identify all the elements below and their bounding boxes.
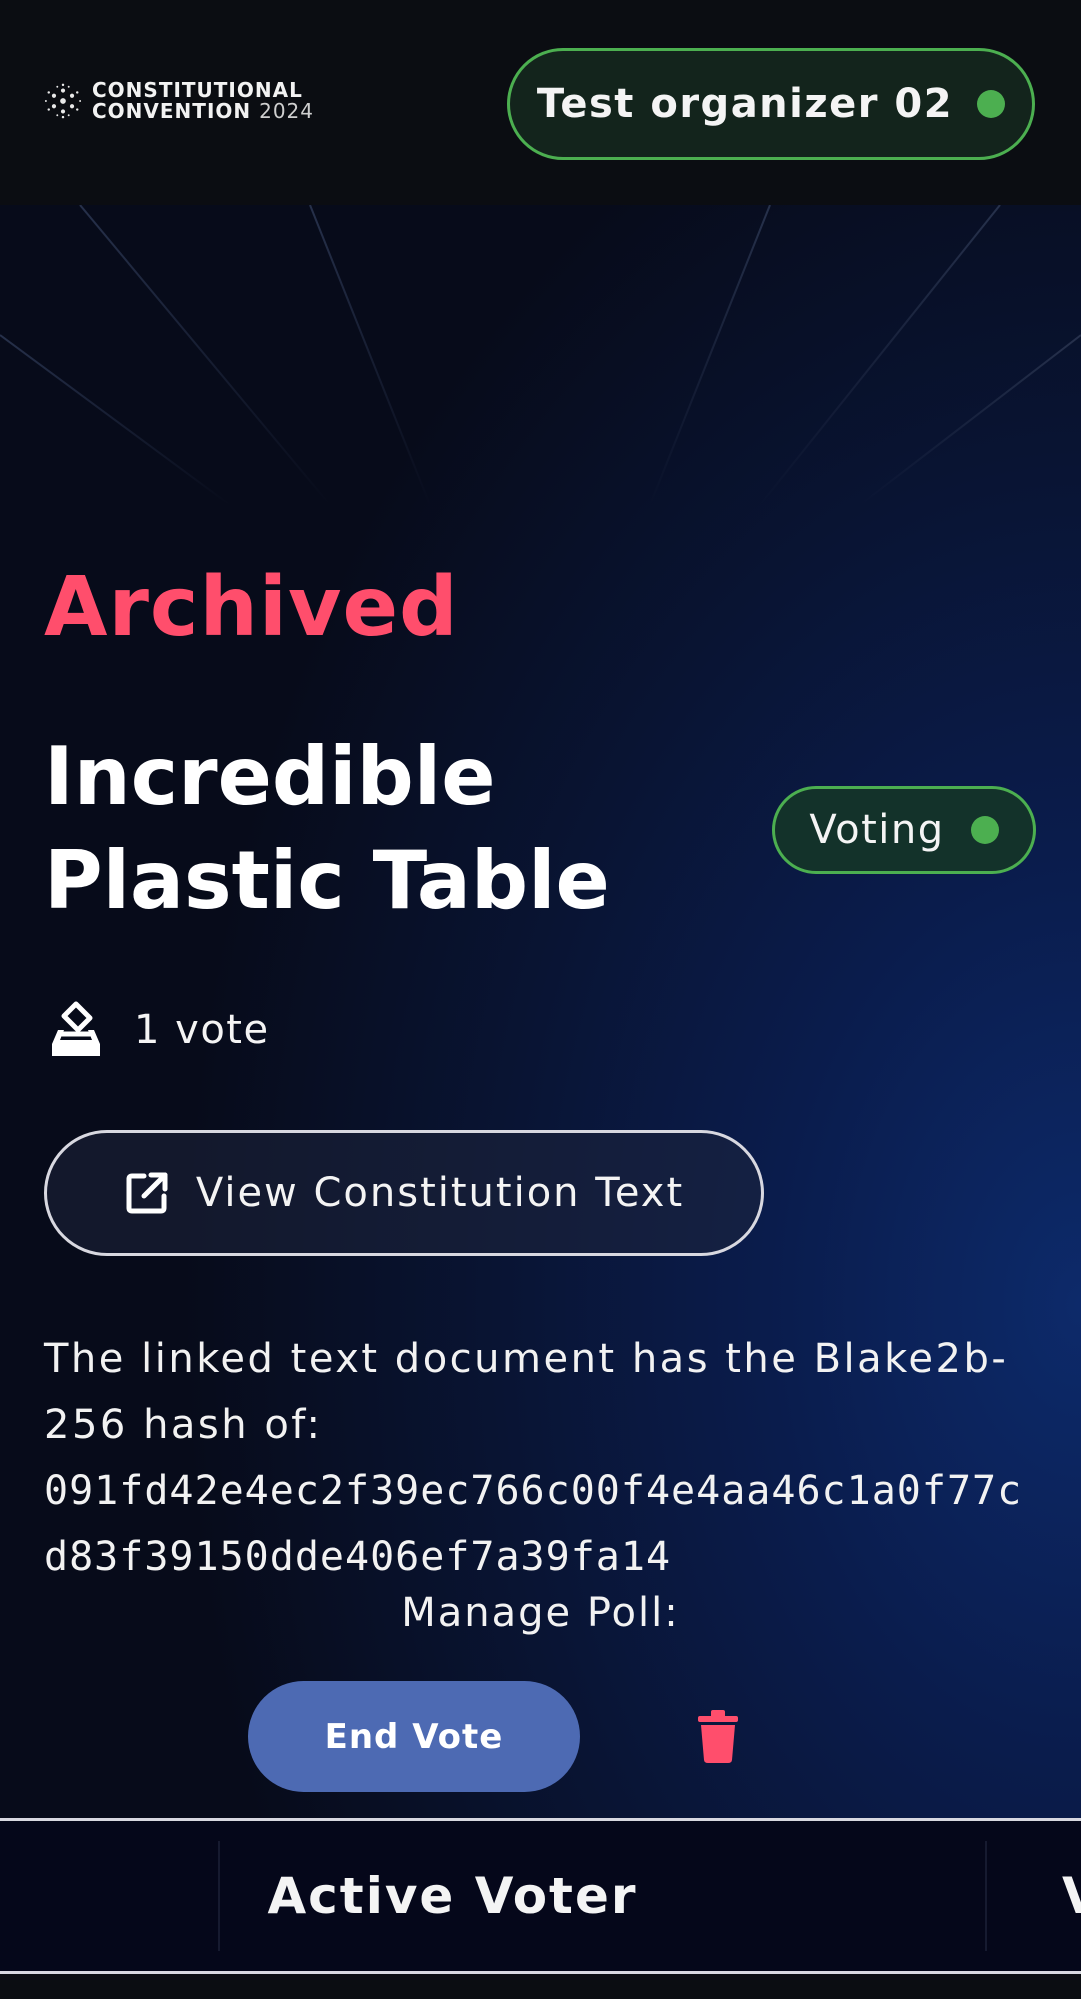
organizer-name: Test organizer 02 <box>536 81 954 127</box>
hash-value: 091fd42e4ec2f39ec766c00f4e4aa46c1a0f77cd… <box>44 1468 1023 1580</box>
vote-count: 1 vote <box>134 1007 270 1053</box>
external-link-icon <box>126 1172 168 1214</box>
document-hash-info: The linked text document has the Blake2b… <box>44 1326 1044 1590</box>
logo[interactable]: CONSTITUTIONAL CONVENTION 2024 <box>44 80 314 122</box>
end-vote-button[interactable]: End Vote <box>248 1681 580 1792</box>
logo-title-line2: CONVENTION 2024 <box>92 101 314 122</box>
grid-background-graphic <box>0 205 1081 505</box>
ballot-box-icon <box>52 1001 100 1056</box>
delete-poll-trash-icon[interactable] <box>694 1708 742 1764</box>
logo-title-line2-text: CONVENTION <box>92 99 252 123</box>
page: CONSTITUTIONAL CONVENTION 2024 Test orga… <box>0 0 1081 1999</box>
vote-count-row: 1 vote <box>48 1000 270 1060</box>
view-constitution-text-button[interactable]: View Constitution Text <box>44 1130 764 1256</box>
poll-archived-status: Archived <box>44 560 459 655</box>
tab-divider <box>985 1841 987 1951</box>
logo-title-line1: CONSTITUTIONAL <box>92 78 303 102</box>
voting-status-dot-icon <box>970 816 999 844</box>
connected-status-dot-icon <box>977 90 1006 118</box>
tab-next-partial[interactable]: V <box>1062 1821 1081 1971</box>
voter-tabs: Active Voter V <box>0 1818 1081 1974</box>
organizer-account-button[interactable]: Test organizer 02 <box>507 48 1035 160</box>
poll-phase-badge: Voting <box>772 786 1036 874</box>
logo-text: CONSTITUTIONAL CONVENTION 2024 <box>92 80 314 122</box>
poll-title: Incredible Plastic Table <box>44 730 610 927</box>
hash-intro-text: The linked text document has the Blake2b… <box>44 1336 1009 1448</box>
poll-phase-label: Voting <box>809 807 945 853</box>
tab-active-voter[interactable]: Active Voter <box>0 1821 905 1971</box>
cardano-logo-icon <box>44 83 82 119</box>
logo-year: 2024 <box>259 99 314 123</box>
view-constitution-text-label: View Constitution Text <box>195 1170 685 1216</box>
manage-poll-label: Manage Poll: <box>401 1590 680 1636</box>
app-header: CONSTITUTIONAL CONVENTION 2024 Test orga… <box>0 0 1081 205</box>
